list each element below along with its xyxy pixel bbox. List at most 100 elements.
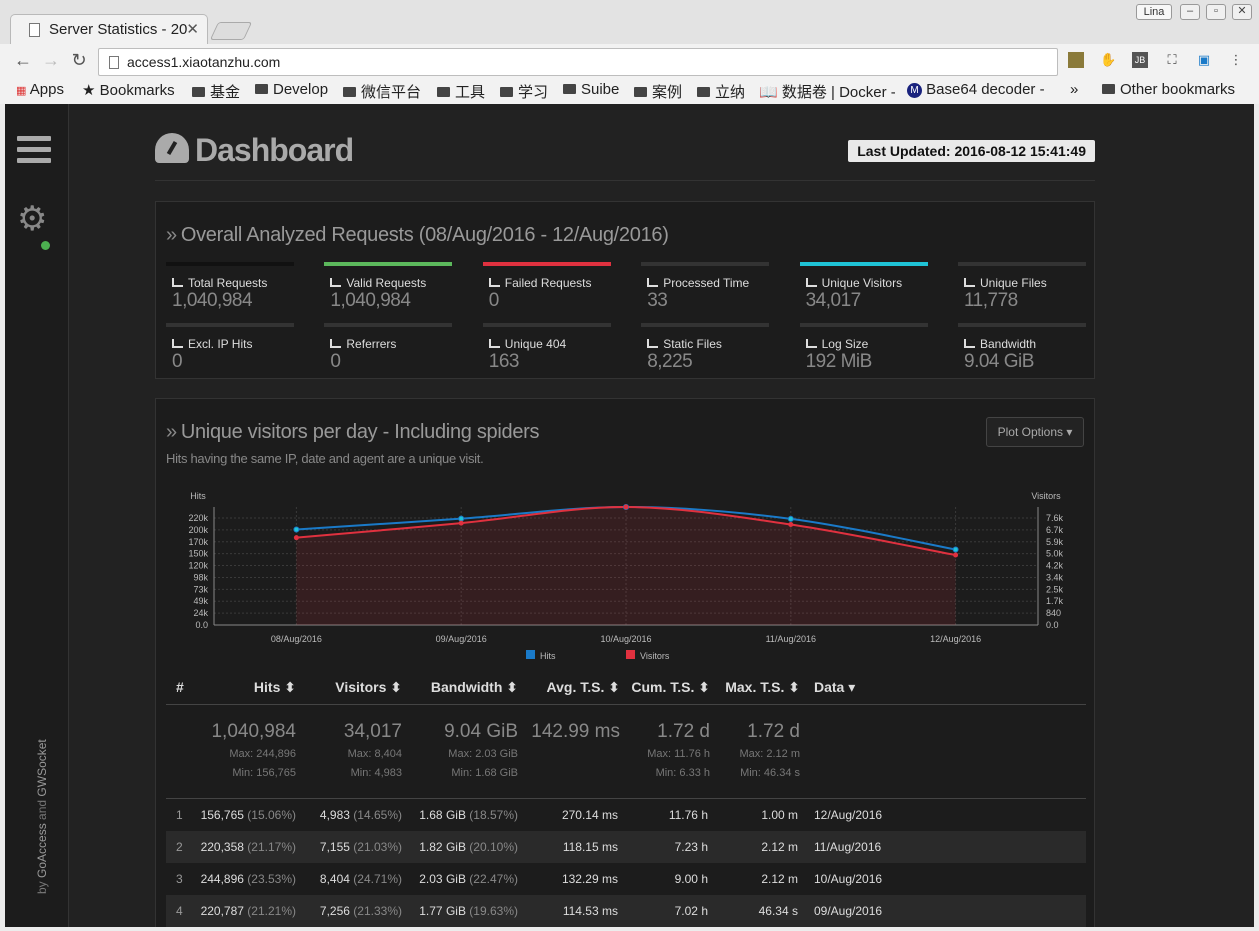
table-summary: 1,040,984 Max: 244,896 Min: 156,765 34,0… (166, 705, 1086, 799)
url-text: access1.xiaotanzhu.com (127, 54, 281, 70)
stat-card: Failed Requests 0 (482, 262, 611, 312)
y-tick-label-left: 200k (188, 525, 208, 535)
bookmark-folder[interactable]: 工具 (437, 81, 485, 102)
stat-card: Static Files 8,225 (641, 323, 770, 373)
bookmark-folder[interactable]: 基金 (192, 81, 240, 102)
bookmark-apps[interactable]: ▦ Apps (16, 81, 64, 98)
maximize-button[interactable]: ▫ (1206, 4, 1226, 20)
back-icon[interactable]: ← (12, 50, 34, 71)
bookmark-folder[interactable]: Develop (255, 81, 328, 98)
stat-label: Referrers (324, 337, 452, 351)
stat-card: Total Requests 1,040,984 (166, 262, 294, 312)
bar-chart-icon (488, 278, 500, 287)
visitors-point (293, 535, 299, 541)
bookmark-folder[interactable]: Suibe (563, 81, 619, 98)
y-tick-label-right: 5.9k (1046, 537, 1064, 547)
y-tick-label-left: 150k (188, 549, 208, 559)
browser-tab[interactable]: Server Statistics - 2016 ✕ (10, 14, 208, 44)
stat-value: 9.04 GiB (964, 351, 1034, 372)
col-header-cum-ts[interactable]: Cum. T.S. ⬍ (631, 679, 710, 696)
bookmark-folder[interactable]: 学习 (500, 81, 548, 102)
table-row[interactable]: 2 220,358 (21.17%) 7,155 (21.03%) 1.82 GiB … (166, 831, 1086, 863)
bookmark-docker[interactable]: 📖 数据卷 | Docker - (759, 81, 895, 102)
bookmark-bookmarks[interactable]: ★ Bookmarks (82, 81, 175, 99)
bookmarks-overflow-icon[interactable]: » (1070, 81, 1078, 98)
extension-icon[interactable]: JB (1132, 52, 1148, 68)
close-window-button[interactable]: ✕ (1232, 4, 1252, 20)
divider (155, 180, 1095, 181)
tab-title: Server Statistics - 2016 (49, 21, 187, 38)
stat-color-bar (641, 262, 770, 266)
stat-value: 1,040,984 (330, 290, 411, 311)
table-row[interactable]: 4 220,787 (21.21%) 7,256 (21.33%) 1.77 GiB … (166, 895, 1086, 927)
stat-value: 1,040,984 (172, 290, 253, 311)
table-row[interactable]: 1 156,765 (15.06%) 4,983 (14.65%) 1.68 GiB … (166, 799, 1086, 831)
row-avg-ts: 114.53 ms (562, 904, 618, 918)
forward-icon[interactable]: → (40, 50, 62, 71)
col-header-hits[interactable]: Hits ⬍ (254, 679, 296, 696)
plot-options-button[interactable]: Plot Options ▾ (986, 417, 1084, 447)
stat-value: 34,017 (805, 290, 862, 311)
settings-gear-icon[interactable]: ⚙ (17, 202, 47, 236)
new-tab-button[interactable] (209, 22, 253, 40)
goaccess-link[interactable]: GoAccess (35, 823, 49, 878)
bookmark-folder[interactable]: 案例 (634, 81, 682, 102)
table-row[interactable]: 3 244,896 (23.53%) 8,404 (24.71%) 2.03 GiB … (166, 863, 1086, 895)
stat-label: Log Size (800, 337, 928, 351)
profile-badge[interactable]: Lina (1136, 4, 1172, 20)
row-data: 10/Aug/2016 (814, 872, 883, 886)
hits-point (293, 526, 300, 533)
hits-point (952, 546, 959, 553)
stat-card: Excl. IP Hits 0 (166, 323, 294, 373)
stat-color-bar (166, 323, 294, 327)
close-tab-icon[interactable]: ✕ (186, 20, 199, 38)
address-bar[interactable]: access1.xiaotanzhu.com (98, 48, 1058, 76)
row-bandwidth: 2.03 GiB (22.47%) (419, 872, 518, 886)
stat-card: Unique Visitors 34,017 (799, 262, 928, 312)
summary-hits: 1,040,984 Max: 244,896 Min: 156,765 (211, 721, 296, 779)
col-header-visitors[interactable]: Visitors ⬍ (335, 679, 402, 696)
hamburger-menu-icon[interactable] (17, 136, 51, 164)
col-header-max-ts[interactable]: Max. T.S. ⬍ (725, 679, 800, 696)
minimize-button[interactable]: – (1180, 4, 1200, 20)
extension-icon[interactable] (1068, 52, 1084, 68)
stat-label: Total Requests (166, 276, 294, 290)
col-header-data[interactable]: Data ▾ (814, 679, 855, 696)
y-tick-label-left: 49k (193, 596, 208, 606)
chevron-right-icon: » (166, 224, 177, 246)
stat-label: Unique Files (958, 276, 1086, 290)
extension-icon[interactable]: ✋ (1100, 52, 1116, 68)
row-visitors: 7,155 (21.03%) (319, 840, 402, 854)
menu-icon[interactable]: ⋮ (1228, 52, 1244, 68)
stat-label: Valid Requests (324, 276, 452, 290)
bookmarks-bar: ▦ Apps ★ Bookmarks 基金 Develop 微信平台 工具 学习… (0, 78, 1259, 102)
stat-value: 33 (647, 290, 668, 311)
visitors-point (953, 552, 959, 558)
stat-value: 192 MiB (805, 351, 873, 372)
gwsocket-link[interactable]: GWSocket (35, 739, 49, 796)
tab-strip: Server Statistics - 2016 ✕ Lina – ▫ ✕ (0, 0, 1259, 44)
bookmark-base64[interactable]: M Base64 decoder - (907, 81, 1057, 98)
bar-chart-icon (330, 339, 342, 348)
row-index: 2 (176, 840, 183, 854)
bookmark-folder[interactable]: 立纳 (697, 81, 745, 102)
row-index: 3 (176, 872, 183, 886)
y-tick-label-right: 1.7k (1046, 596, 1064, 606)
reload-icon[interactable]: ↻ (68, 50, 90, 71)
stat-value: 8,225 (647, 351, 693, 372)
row-max-ts: 1.00 m (761, 808, 798, 822)
bookmark-other[interactable]: Other bookmarks (1102, 81, 1235, 98)
extension-icon[interactable]: ▣ (1196, 52, 1212, 68)
y-tick-label-right: 7.6k (1046, 513, 1064, 523)
y-tick-label-right: 6.7k (1046, 525, 1064, 535)
col-header-bandwidth[interactable]: Bandwidth ⬍ (431, 679, 518, 696)
stat-value: 0 (172, 351, 183, 372)
x-tick-label: 12/Aug/2016 (930, 634, 981, 644)
summary-max-ts: 1.72 d Max: 2.12 m Min: 46.34 s (739, 721, 800, 779)
bookmark-folder[interactable]: 微信平台 (343, 81, 421, 102)
col-header-avg-ts[interactable]: Avg. T.S. ⬍ (547, 679, 620, 696)
hits-point (787, 515, 794, 522)
stat-label: Static Files (641, 337, 769, 351)
bar-chart-icon (647, 278, 659, 287)
screenshot-icon[interactable]: ⛶ (1164, 52, 1180, 68)
